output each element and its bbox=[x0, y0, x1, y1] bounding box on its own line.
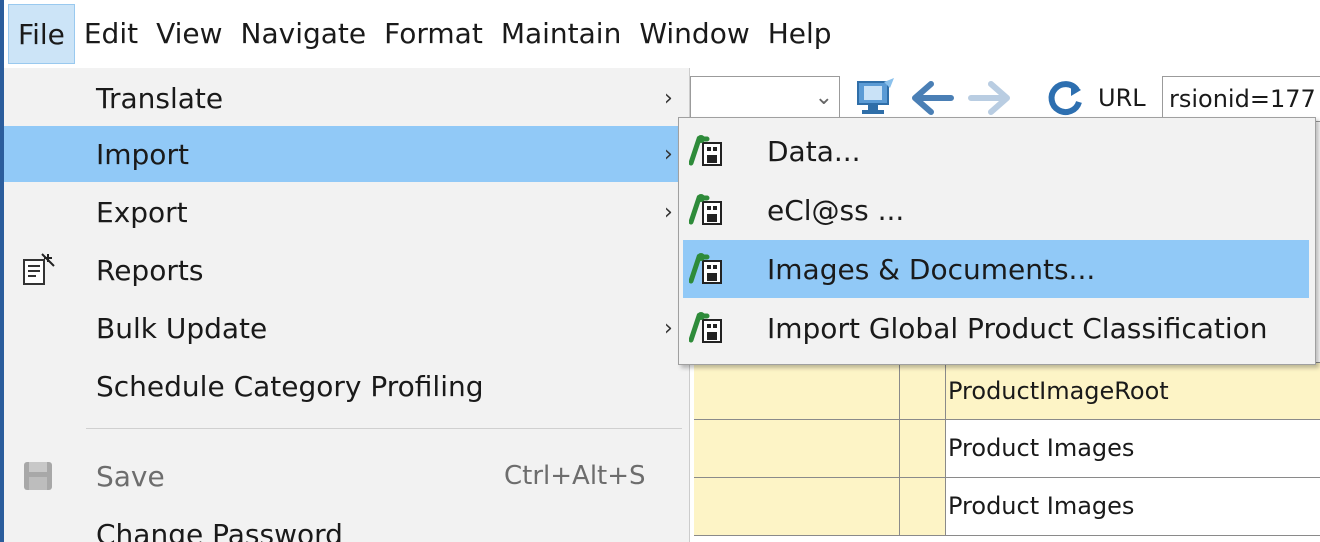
context-combo[interactable]: ⌄ bbox=[690, 76, 840, 122]
submenu-item-label: Data... bbox=[767, 134, 861, 168]
menu-item-label: Translate bbox=[96, 81, 224, 115]
chevron-right-icon: › bbox=[664, 199, 673, 225]
menu-item-label: Change Password bbox=[96, 517, 343, 542]
table-cell[interactable] bbox=[900, 363, 946, 419]
chevron-right-icon: › bbox=[664, 85, 673, 111]
table-row[interactable]: Product Images bbox=[694, 420, 1320, 478]
import-icon bbox=[689, 135, 722, 166]
menu-item-reports[interactable]: Reports bbox=[4, 242, 690, 298]
submenu-item-label: eCl@ss ... bbox=[767, 193, 905, 227]
menu-item-label: Reports bbox=[96, 253, 204, 287]
menu-bar: File Edit View Navigate Format Maintain … bbox=[4, 0, 1320, 68]
menu-item-label: Schedule Category Profiling bbox=[96, 369, 484, 403]
table-cell[interactable] bbox=[900, 478, 946, 535]
menu-separator bbox=[86, 428, 682, 429]
menu-navigate[interactable]: Navigate bbox=[232, 4, 376, 64]
save-icon bbox=[18, 456, 58, 496]
chevron-down-icon[interactable]: ⌄ bbox=[815, 85, 833, 110]
table-cell[interactable] bbox=[694, 363, 900, 419]
url-field[interactable]: rsionid=177 bbox=[1162, 76, 1320, 122]
menu-item-label: Export bbox=[96, 195, 188, 229]
refresh-icon[interactable] bbox=[1040, 76, 1090, 120]
menu-item-translate[interactable]: Translate › bbox=[4, 70, 690, 126]
import-icon bbox=[689, 312, 722, 343]
file-menu: Translate › Import › Export › Reports Bu… bbox=[4, 68, 690, 542]
menu-maintain[interactable]: Maintain bbox=[492, 4, 631, 64]
reports-icon bbox=[18, 250, 58, 290]
table-row[interactable]: Product Images bbox=[694, 478, 1320, 536]
import-icon bbox=[689, 253, 722, 284]
table-cell[interactable]: Product Images bbox=[946, 420, 1320, 477]
menu-help[interactable]: Help bbox=[759, 4, 841, 64]
menu-item-import[interactable]: Import › bbox=[4, 126, 690, 182]
submenu-item-images-documents[interactable]: Images & Documents... bbox=[683, 240, 1309, 298]
menu-item-label: Save bbox=[96, 459, 165, 493]
data-grid: ProductImageRoot Product Images Product … bbox=[694, 362, 1320, 536]
import-submenu: Data... eCl@ss ... Images & Documents... bbox=[678, 117, 1316, 365]
chevron-right-icon: › bbox=[664, 315, 673, 341]
table-cell[interactable]: Product Images bbox=[946, 478, 1320, 535]
back-arrow-icon[interactable] bbox=[908, 76, 958, 120]
chevron-right-icon: › bbox=[664, 141, 673, 167]
submenu-item-label: Images & Documents... bbox=[767, 252, 1096, 286]
table-row[interactable]: ProductImageRoot bbox=[694, 362, 1320, 420]
menu-item-export[interactable]: Export › bbox=[4, 184, 690, 240]
menu-window[interactable]: Window bbox=[630, 4, 758, 64]
table-cell[interactable] bbox=[694, 420, 900, 477]
monitor-icon[interactable] bbox=[850, 76, 902, 120]
menu-format[interactable]: Format bbox=[375, 4, 492, 64]
table-cell[interactable]: ProductImageRoot bbox=[946, 363, 1320, 419]
menu-item-label: Import bbox=[96, 137, 189, 171]
submenu-item-label: Import Global Product Classification bbox=[767, 311, 1268, 345]
menu-item-label: Bulk Update bbox=[96, 311, 268, 345]
menu-item-change-password[interactable]: Change Password bbox=[4, 506, 690, 542]
menu-item-bulk-update[interactable]: Bulk Update › bbox=[4, 300, 690, 356]
table-cell[interactable] bbox=[900, 420, 946, 477]
menu-item-schedule-category-profiling[interactable]: Schedule Category Profiling bbox=[4, 358, 690, 414]
menu-edit[interactable]: Edit bbox=[75, 4, 147, 64]
menu-view[interactable]: View bbox=[147, 4, 231, 64]
submenu-item-data[interactable]: Data... bbox=[683, 122, 1309, 180]
submenu-item-eclass[interactable]: eCl@ss ... bbox=[683, 181, 1309, 239]
table-cell[interactable] bbox=[694, 478, 900, 535]
menu-item-shortcut: Ctrl+Alt+S bbox=[504, 461, 646, 491]
import-icon bbox=[689, 194, 722, 225]
menu-item-save[interactable]: Save Ctrl+Alt+S bbox=[4, 448, 690, 504]
url-label: URL bbox=[1098, 84, 1146, 112]
menu-file[interactable]: File bbox=[8, 4, 75, 64]
submenu-item-global-product-classification[interactable]: Import Global Product Classification bbox=[683, 299, 1309, 357]
forward-arrow-icon[interactable] bbox=[964, 76, 1014, 120]
